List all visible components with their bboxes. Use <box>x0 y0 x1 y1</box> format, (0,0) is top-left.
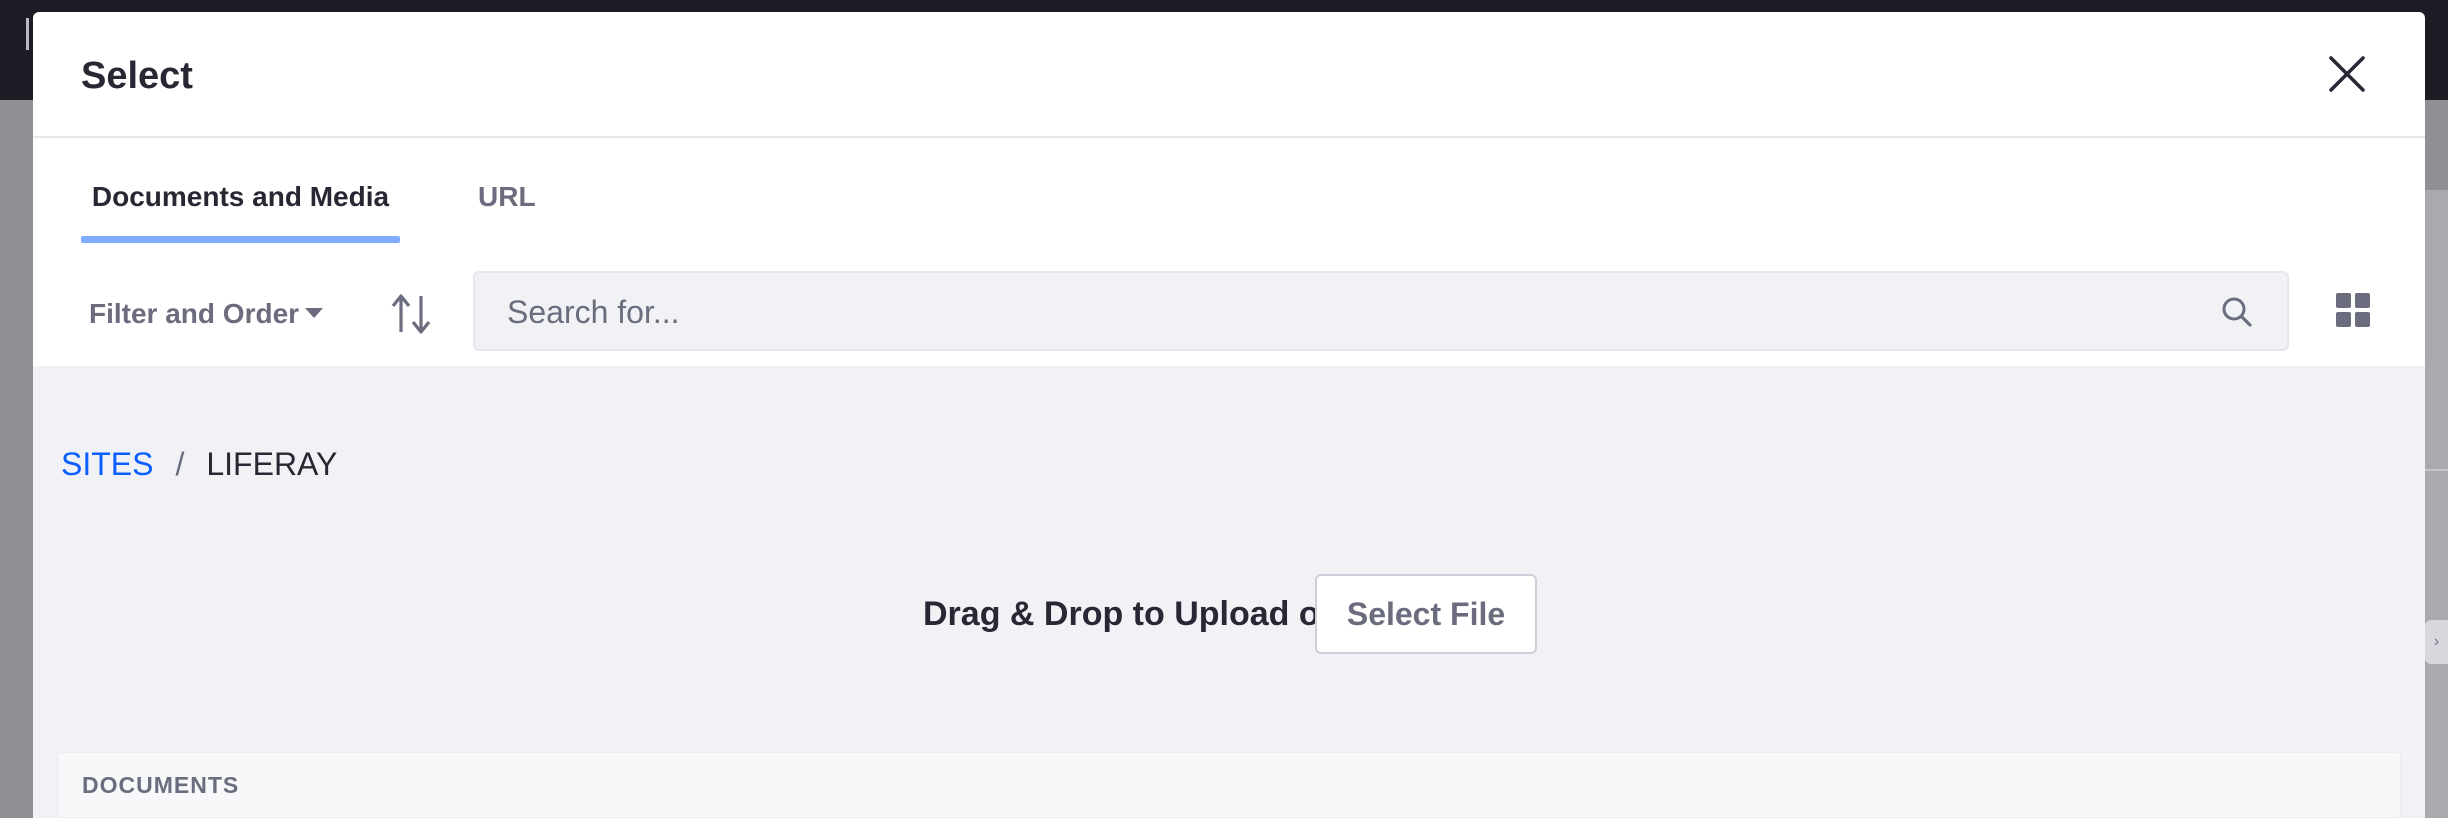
active-tab-indicator <box>81 236 400 243</box>
sort-arrows-icon <box>391 294 431 334</box>
section-title: DOCUMENTS <box>82 772 240 798</box>
sort-order-button[interactable] <box>387 290 439 338</box>
backdrop-divider <box>2425 469 2448 471</box>
close-button[interactable] <box>2325 52 2369 96</box>
tab-documents-and-media[interactable]: Documents and Media <box>81 138 400 248</box>
grid-view-icon <box>2336 293 2370 327</box>
modal-title: Select <box>81 55 193 97</box>
tab-url[interactable]: URL <box>478 138 598 248</box>
search-box <box>473 271 2289 351</box>
breadcrumb-separator: / <box>175 446 185 482</box>
drag-drop-text: Drag & Drop to Upload or <box>923 595 1333 633</box>
display-style-button[interactable] <box>2335 292 2371 328</box>
caret-down-icon <box>305 307 324 318</box>
backdrop-chevron-icon: › <box>2425 620 2448 664</box>
content-area: SITES / LIFERAY Drag & Drop to Upload or S… <box>33 366 2425 818</box>
modal-header: Select <box>33 12 2425 138</box>
page-backdrop-right <box>2425 190 2448 818</box>
search-input[interactable] <box>505 285 2209 339</box>
select-file-button[interactable]: Select File <box>1315 574 1537 654</box>
upload-drop-zone[interactable]: Drag & Drop to Upload or Select File <box>33 574 2425 654</box>
close-icon <box>2329 56 2365 92</box>
tab-bar: Documents and Media URL <box>33 138 2425 248</box>
search-icon[interactable] <box>2220 295 2254 329</box>
select-modal: Select Documents and Media URL Filter an… <box>33 12 2425 818</box>
management-toolbar: Filter and Order <box>33 248 2425 366</box>
breadcrumb: SITES / LIFERAY <box>61 444 337 484</box>
breadcrumb-item-sites[interactable]: SITES <box>61 446 153 482</box>
filter-and-order-dropdown[interactable]: Filter and Order <box>89 294 324 334</box>
documents-section-header: DOCUMENTS <box>57 752 2401 818</box>
backdrop-bar <box>26 18 29 50</box>
filter-and-order-label: Filter and Order <box>89 298 300 329</box>
breadcrumb-item-liferay: LIFERAY <box>206 446 338 482</box>
